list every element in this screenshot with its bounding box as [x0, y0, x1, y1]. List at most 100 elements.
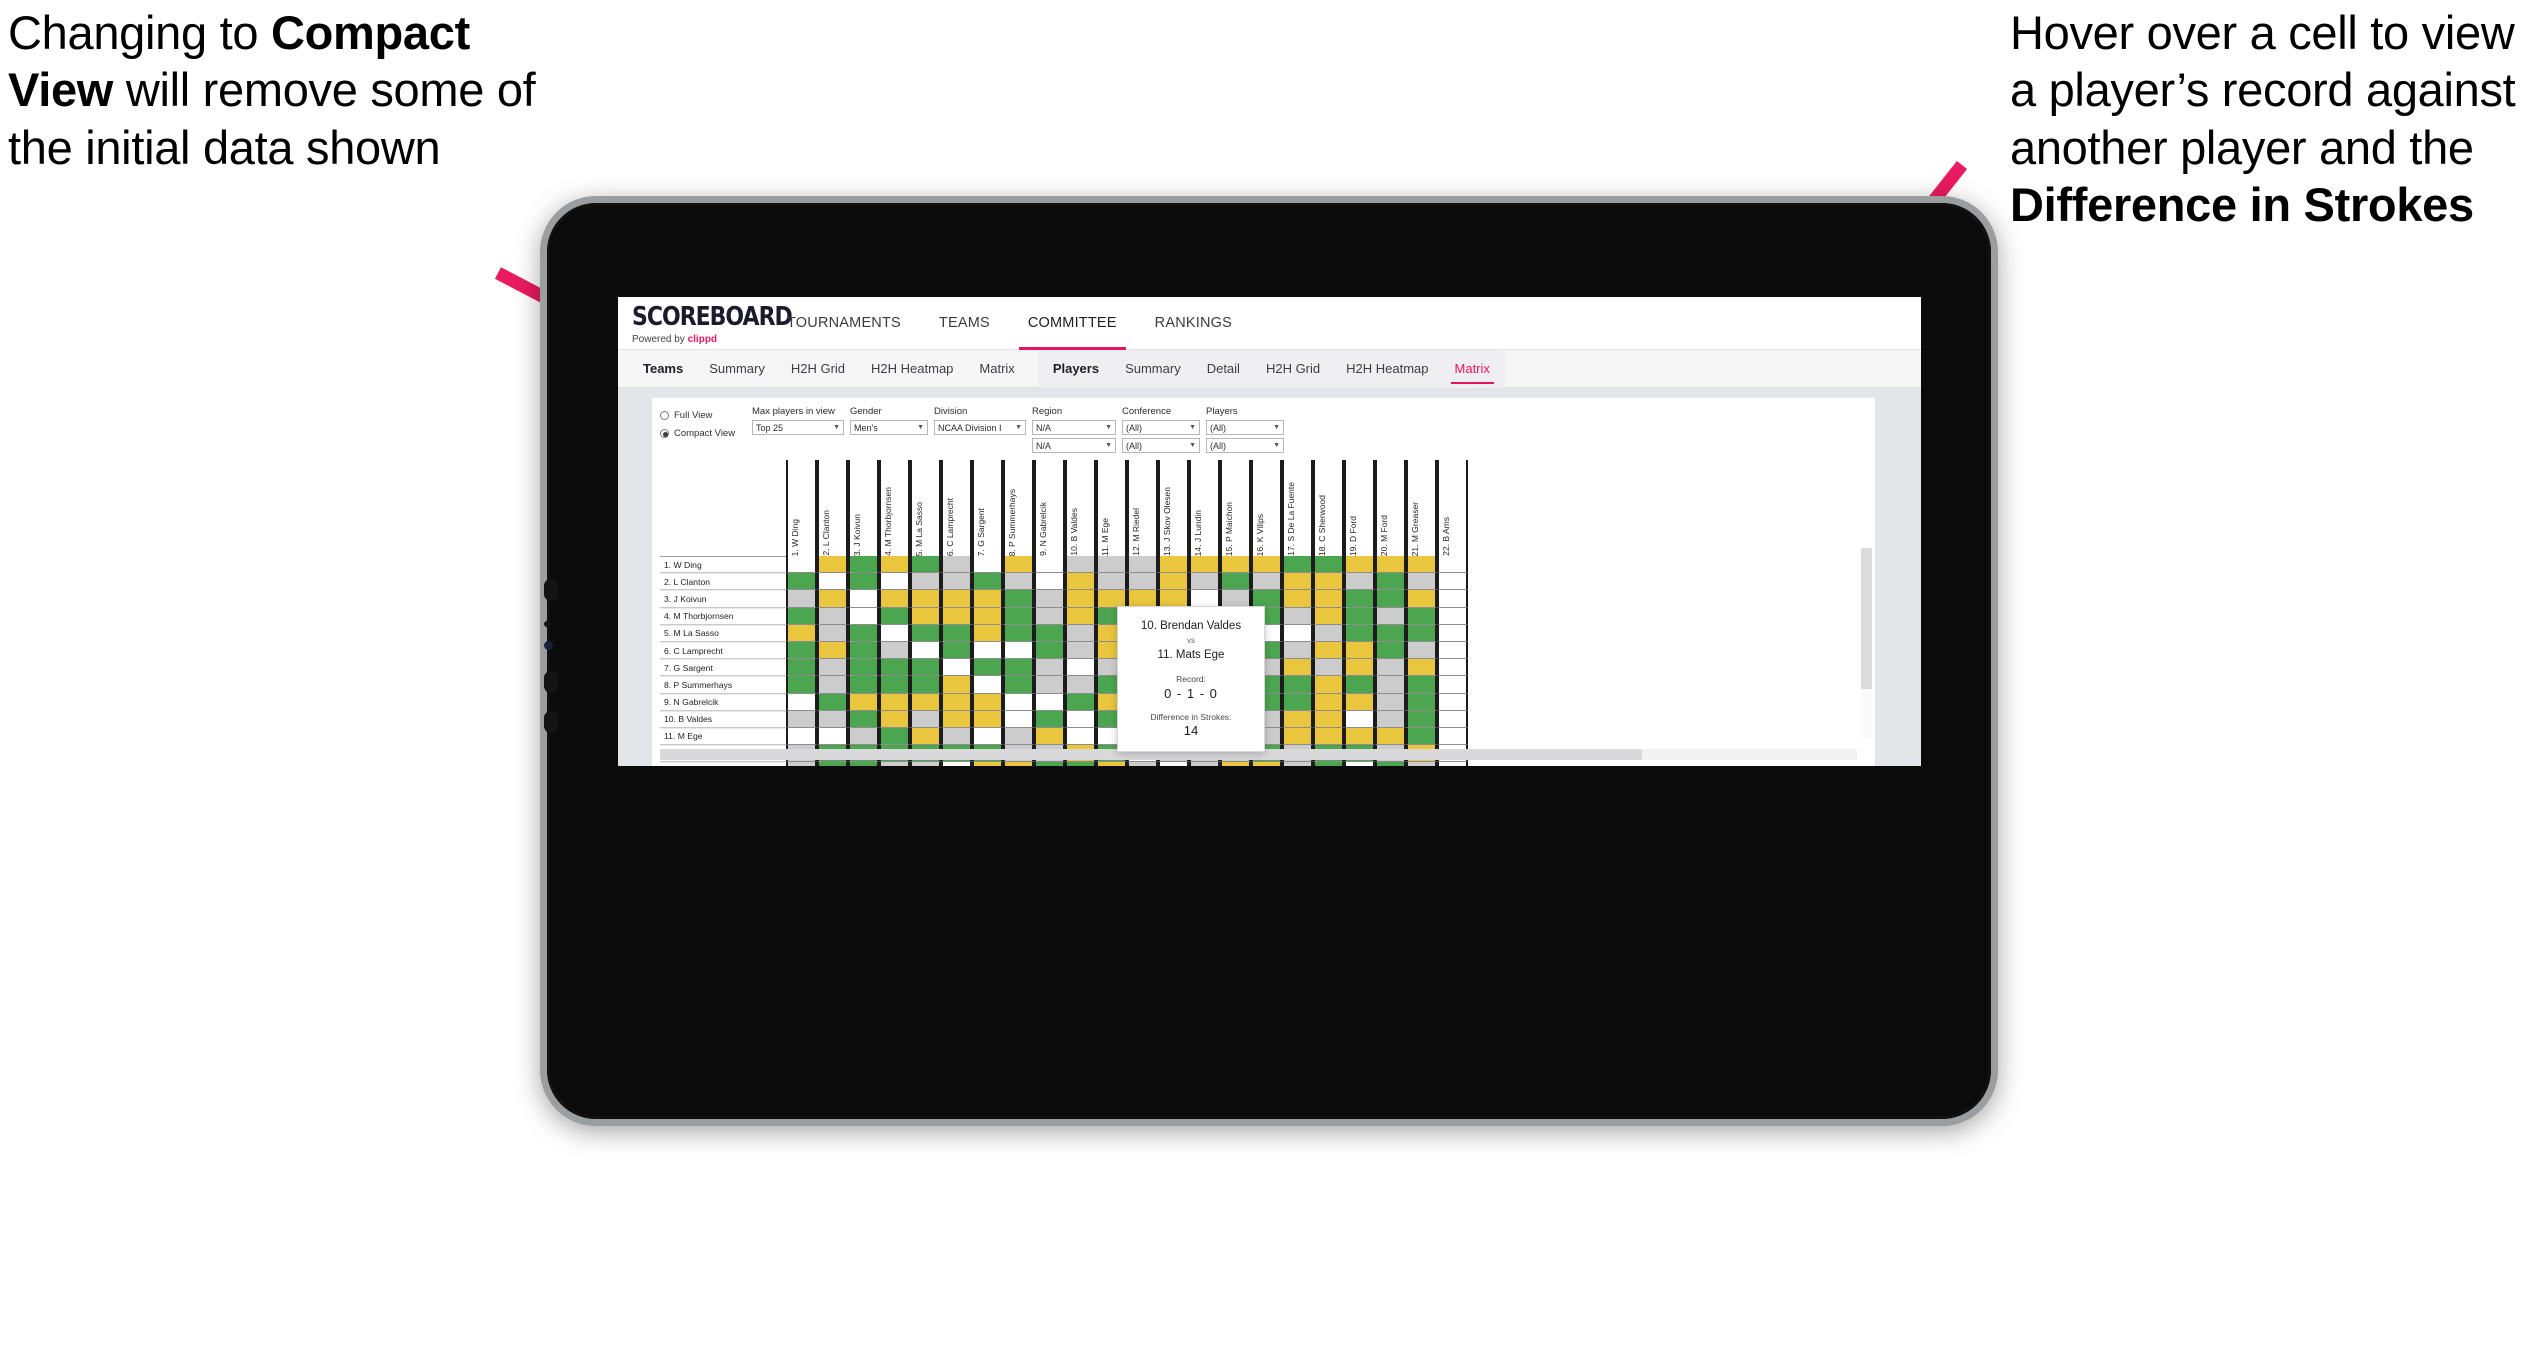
matrix-cell[interactable]	[1158, 762, 1189, 766]
sub-nav-matrix[interactable]: Matrix	[966, 350, 1027, 388]
matrix-cell[interactable]	[848, 607, 879, 625]
matrix-cell[interactable]	[1065, 710, 1096, 728]
matrix-cell[interactable]	[972, 659, 1003, 677]
matrix-cell[interactable]	[1034, 607, 1065, 625]
matrix-cell[interactable]	[1096, 762, 1127, 766]
matrix-cell[interactable]	[879, 590, 910, 608]
matrix-cell[interactable]	[1034, 693, 1065, 711]
matrix-cell[interactable]	[817, 590, 848, 608]
matrix-cell[interactable]	[1282, 693, 1313, 711]
matrix-cell[interactable]	[1034, 676, 1065, 694]
matrix-cell[interactable]	[910, 641, 941, 660]
matrix-col-header[interactable]: 1. W Ding	[786, 460, 817, 556]
sub-nav-players[interactable]: Players	[1040, 350, 1112, 388]
matrix-cell[interactable]	[786, 641, 817, 660]
matrix-cell[interactable]	[1065, 590, 1096, 608]
matrix-cell[interactable]	[1406, 727, 1437, 746]
matrix-row-label[interactable]: 6. C Lamprecht	[660, 641, 786, 660]
matrix-cell[interactable]	[1344, 624, 1375, 642]
radio-icon[interactable]	[660, 411, 669, 420]
matrix-col-header[interactable]: 2. L Clanton	[817, 460, 848, 556]
matrix-cell[interactable]	[879, 641, 910, 660]
matrix-cell[interactable]	[972, 762, 1003, 766]
matrix-cell[interactable]	[1034, 641, 1065, 660]
matrix-cell[interactable]	[1375, 710, 1406, 728]
matrix-cell[interactable]	[1406, 607, 1437, 625]
filter-select-conference-2[interactable]: (All) ▼	[1122, 438, 1200, 453]
matrix-cell[interactable]	[786, 624, 817, 642]
matrix-cell[interactable]	[1313, 727, 1344, 746]
matrix-row-label[interactable]: 1. W Ding	[660, 556, 786, 574]
matrix-cell[interactable]	[1313, 607, 1344, 625]
matrix-cell[interactable]	[1313, 693, 1344, 711]
matrix-cell[interactable]	[1344, 676, 1375, 694]
matrix-row-label[interactable]: 4. M Thorbjornsen	[660, 607, 786, 625]
matrix-cell[interactable]	[786, 727, 817, 746]
matrix-cell[interactable]	[786, 659, 817, 677]
matrix-cell[interactable]	[879, 624, 910, 642]
matrix-row-label[interactable]: 10. B Valdes	[660, 710, 786, 728]
matrix-cell[interactable]	[1437, 727, 1468, 746]
matrix-cell[interactable]	[941, 624, 972, 642]
filter-select-region-2[interactable]: N/A ▼	[1032, 438, 1116, 453]
sub-nav-summary[interactable]: Summary	[1112, 350, 1194, 388]
matrix-cell[interactable]	[1313, 659, 1344, 677]
matrix-col-header[interactable]: 21. M Greaser	[1406, 460, 1437, 556]
matrix-cell[interactable]	[848, 590, 879, 608]
matrix-cell[interactable]	[972, 676, 1003, 694]
matrix-cell[interactable]	[1406, 676, 1437, 694]
matrix-cell[interactable]	[817, 693, 848, 711]
matrix-cell[interactable]	[1437, 676, 1468, 694]
matrix-cell[interactable]	[817, 676, 848, 694]
matrix-cell[interactable]	[1375, 727, 1406, 746]
matrix-cell[interactable]	[1220, 556, 1251, 574]
matrix-cell[interactable]	[941, 590, 972, 608]
matrix-col-header[interactable]: 16. K Vilips	[1251, 460, 1282, 556]
matrix-cell[interactable]	[941, 727, 972, 746]
matrix-cell[interactable]	[941, 641, 972, 660]
matrix-cell[interactable]	[972, 556, 1003, 574]
matrix-cell[interactable]	[972, 693, 1003, 711]
matrix-cell[interactable]	[879, 727, 910, 746]
matrix-cell[interactable]	[848, 676, 879, 694]
matrix-cell[interactable]	[1127, 762, 1158, 766]
matrix-cell[interactable]	[1313, 762, 1344, 766]
matrix-col-header[interactable]: 9. N Gabrelcik	[1034, 460, 1065, 556]
view-radio-compact-view[interactable]: Compact View	[660, 426, 752, 441]
matrix-cell[interactable]	[1034, 590, 1065, 608]
matrix-cell[interactable]	[941, 607, 972, 625]
matrix-cell[interactable]	[1437, 590, 1468, 608]
matrix-cell[interactable]	[1313, 573, 1344, 591]
matrix-row-label[interactable]: 2. L Clanton	[660, 573, 786, 591]
matrix-cell[interactable]	[1375, 590, 1406, 608]
matrix-cell[interactable]	[848, 624, 879, 642]
matrix-cell[interactable]	[1437, 693, 1468, 711]
matrix-cell[interactable]	[972, 727, 1003, 746]
matrix-cell[interactable]	[1282, 641, 1313, 660]
matrix-col-header[interactable]: 18. C Sherwood	[1313, 460, 1344, 556]
matrix-cell[interactable]	[1065, 556, 1096, 574]
matrix-cell[interactable]	[1034, 624, 1065, 642]
matrix-cell[interactable]	[1003, 624, 1034, 642]
matrix-cell[interactable]	[1437, 556, 1468, 574]
matrix-cell[interactable]	[1375, 659, 1406, 677]
matrix-cell[interactable]	[1406, 590, 1437, 608]
matrix-cell[interactable]	[1344, 590, 1375, 608]
matrix-cell[interactable]	[786, 762, 817, 766]
matrix-col-header[interactable]: 22. B Ams	[1437, 460, 1468, 556]
matrix-cell[interactable]	[1282, 590, 1313, 608]
matrix-cell[interactable]	[786, 676, 817, 694]
matrix-cell[interactable]	[1065, 727, 1096, 746]
matrix-col-header[interactable]: 5. M La Sasso	[910, 460, 941, 556]
matrix-cell[interactable]	[1034, 556, 1065, 574]
matrix-cell[interactable]	[1375, 556, 1406, 574]
matrix-cell[interactable]	[817, 659, 848, 677]
matrix-cell[interactable]	[817, 641, 848, 660]
matrix-cell[interactable]	[848, 659, 879, 677]
matrix-cell[interactable]	[1437, 624, 1468, 642]
matrix-cell[interactable]	[1344, 693, 1375, 711]
matrix-col-header[interactable]: 13. J Skov Olesen	[1158, 460, 1189, 556]
matrix-cell[interactable]	[1096, 556, 1127, 574]
matrix-cell[interactable]	[817, 710, 848, 728]
matrix-cell[interactable]	[910, 573, 941, 591]
